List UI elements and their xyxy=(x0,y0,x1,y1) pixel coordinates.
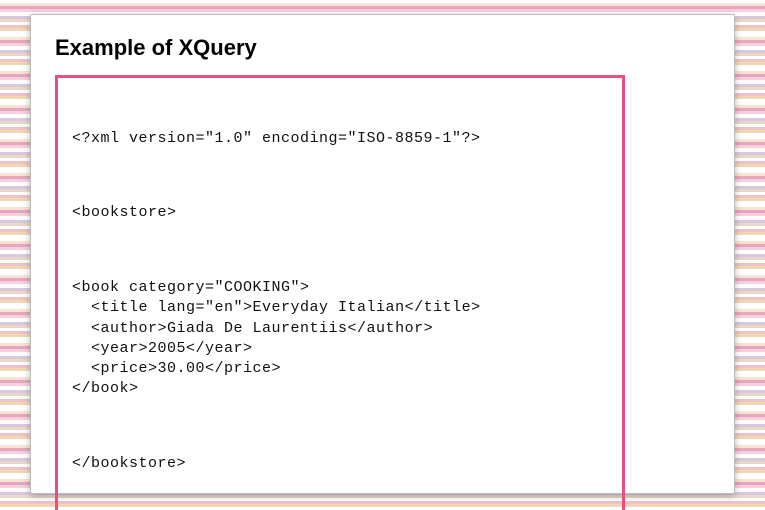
slide-card: Example of XQuery <?xml version="1.0" en… xyxy=(30,14,735,494)
xml-code-box: <?xml version="1.0" encoding="ISO-8859-1… xyxy=(55,75,625,510)
xml-book-block: <book category="COOKING"> <title lang="e… xyxy=(72,278,608,400)
slide-title: Example of XQuery xyxy=(55,35,710,61)
xml-close-bookstore: </bookstore> xyxy=(72,454,608,474)
xml-open-bookstore: <bookstore> xyxy=(72,203,608,223)
xml-declaration: <?xml version="1.0" encoding="ISO-8859-1… xyxy=(72,129,608,149)
